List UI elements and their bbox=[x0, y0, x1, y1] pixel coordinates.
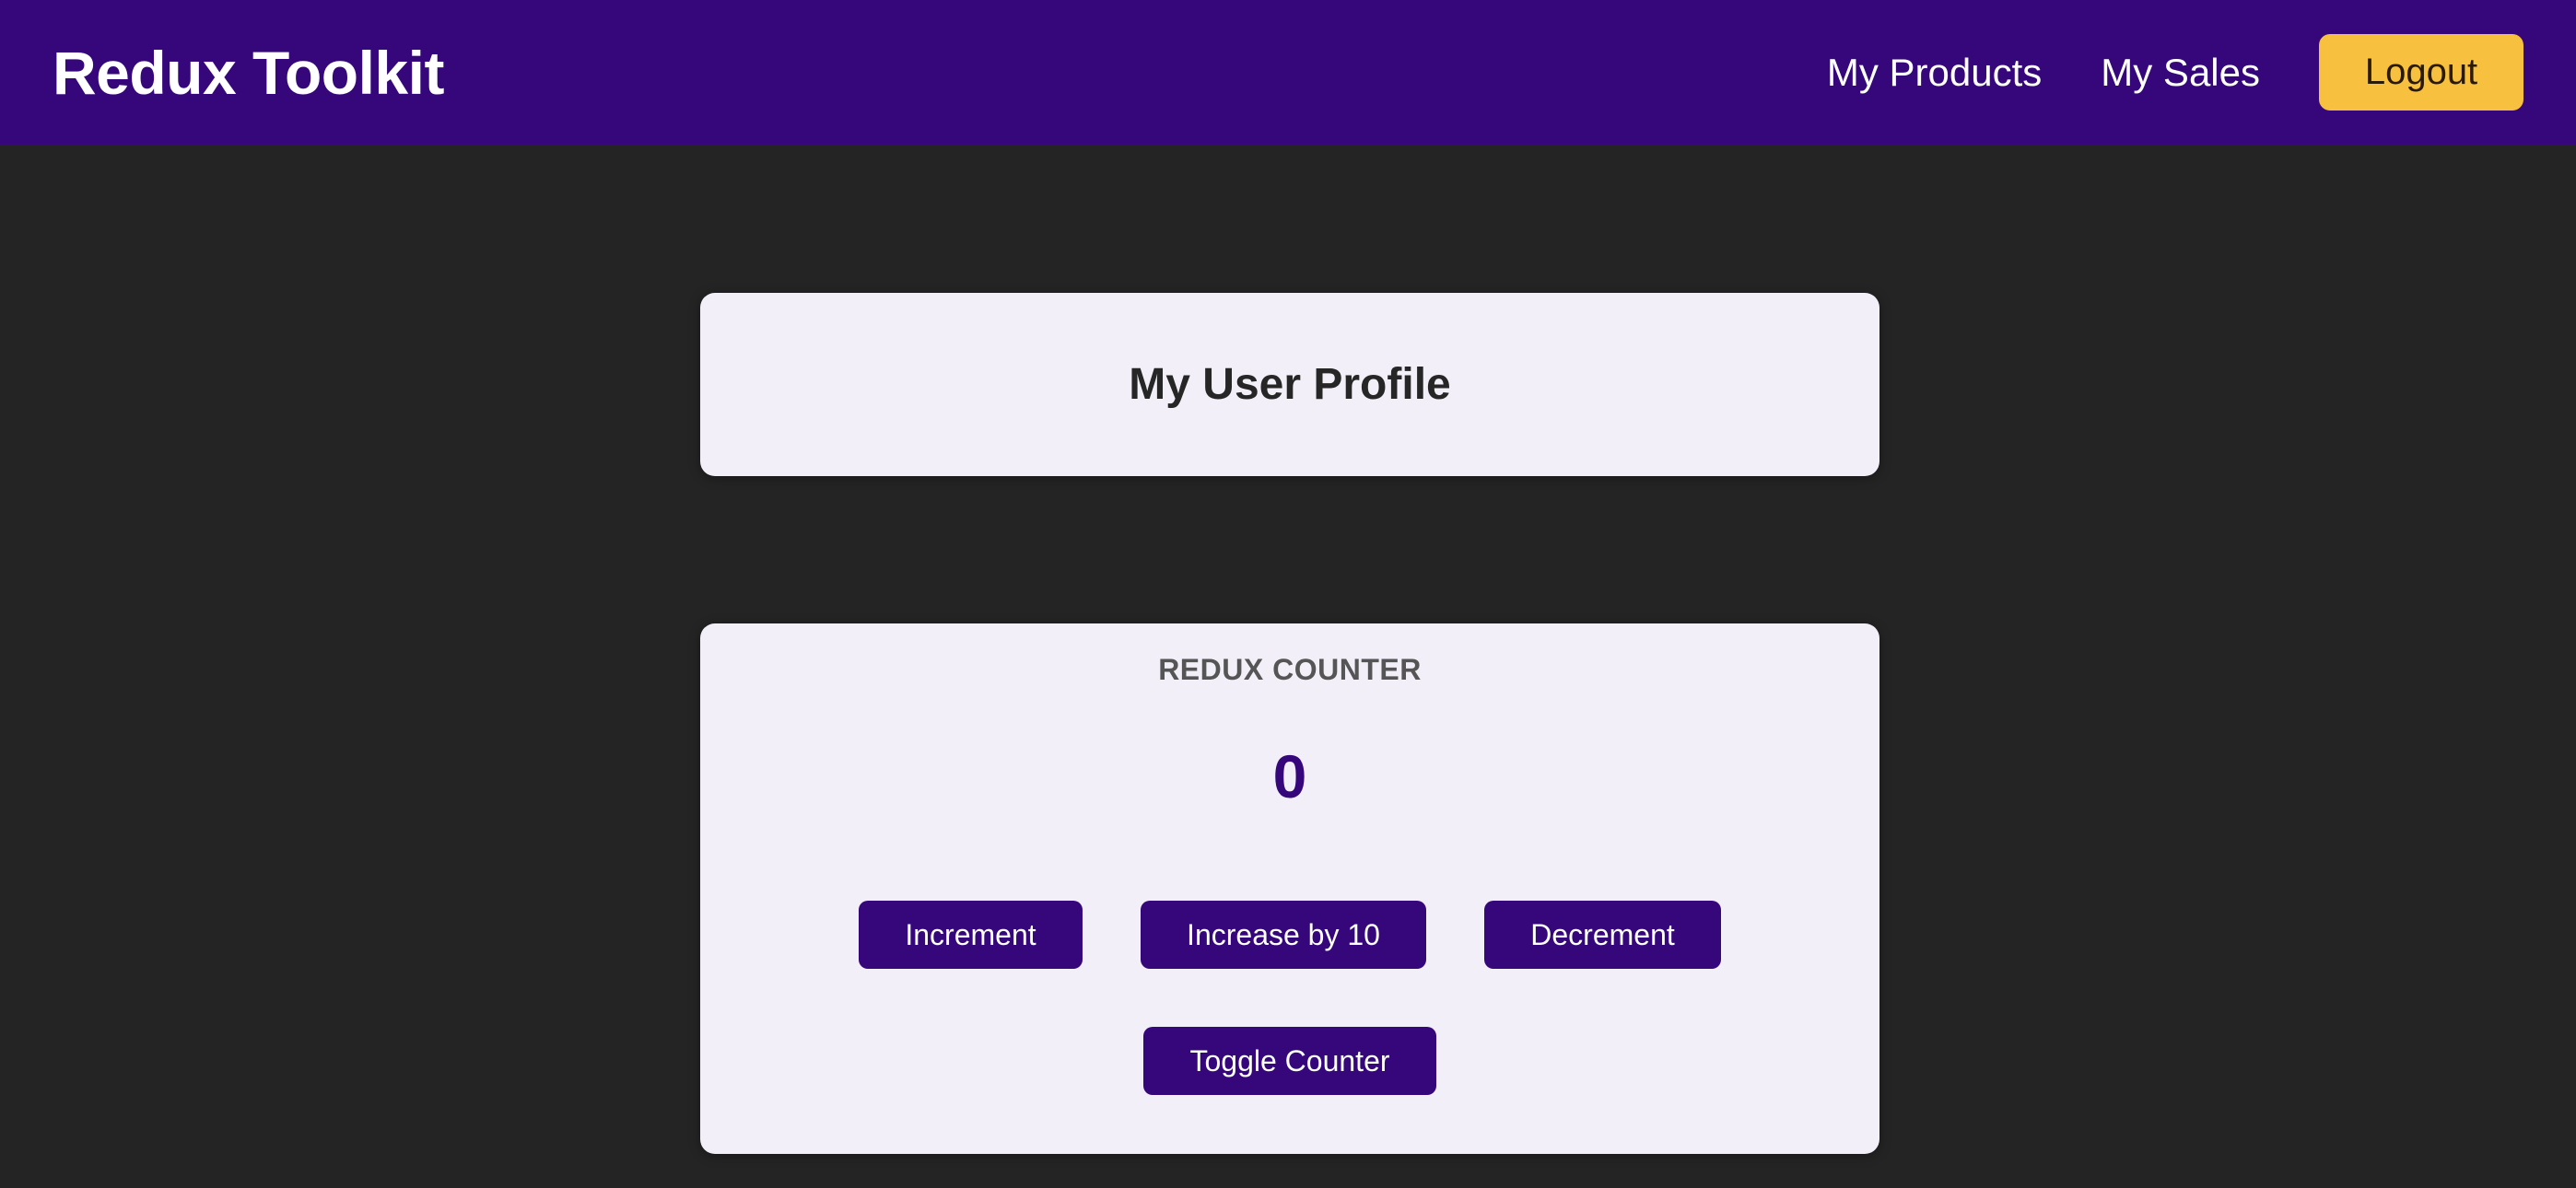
increase-by-10-button[interactable]: Increase by 10 bbox=[1141, 901, 1426, 969]
user-profile-card: My User Profile bbox=[700, 293, 1879, 476]
counter-heading: REDUX COUNTER bbox=[1158, 653, 1422, 686]
nav-link-my-products[interactable]: My Products bbox=[1827, 51, 2042, 95]
toggle-counter-button[interactable]: Toggle Counter bbox=[1143, 1027, 1436, 1095]
logout-button[interactable]: Logout bbox=[2319, 34, 2523, 111]
app-logo: Redux Toolkit bbox=[53, 38, 444, 107]
nav-link-my-sales[interactable]: My Sales bbox=[2101, 51, 2260, 95]
profile-title: My User Profile bbox=[1129, 360, 1451, 409]
redux-counter-card: REDUX COUNTER 0 Increment Increase by 10… bbox=[700, 623, 1879, 1154]
decrement-button[interactable]: Decrement bbox=[1484, 901, 1721, 969]
main-nav: My Products My Sales Logout bbox=[1768, 34, 2523, 111]
counter-value: 0 bbox=[1272, 742, 1307, 810]
increment-button[interactable]: Increment bbox=[859, 901, 1083, 969]
top-nav-bar: Redux Toolkit My Products My Sales Logou… bbox=[0, 0, 2576, 145]
